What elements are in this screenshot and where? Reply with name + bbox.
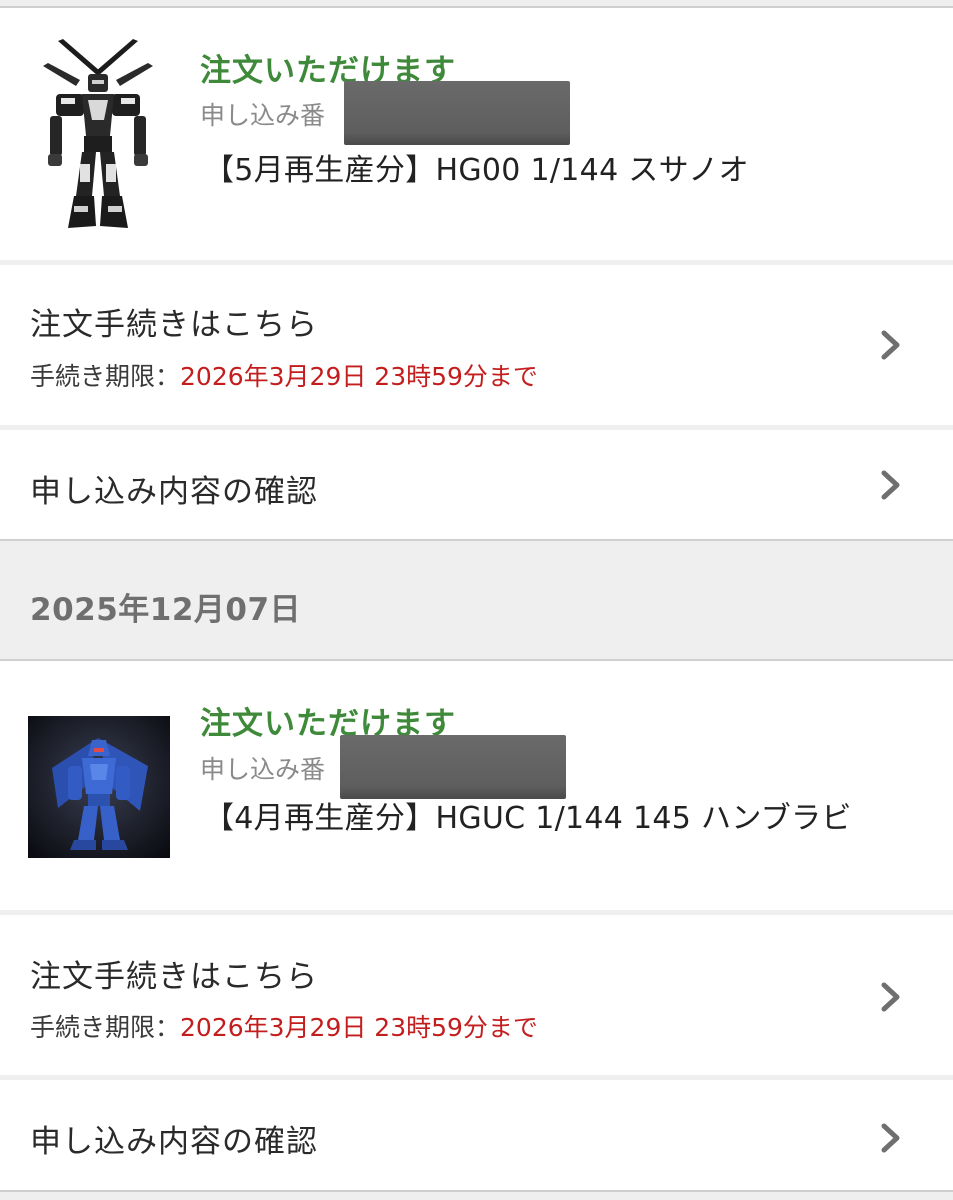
procedure-deadline: 手続き期限：2026年3月29日 23時59分まで [30,357,538,393]
product-thumbnail[interactable] [28,716,170,858]
section-divider [0,539,953,541]
order-date-header: 2025年12月07日 [30,592,302,628]
order-procedure-row-1[interactable]: 注文手続きはこちら 手続き期限：2026年3月29日 23時59分まで [0,265,953,425]
redacted-application-number [344,81,570,145]
product-name[interactable]: 【4月再生産分】HGUC 1/144 145 ハンブラビ [204,793,852,837]
order-procedure-row-2[interactable]: 注文手続きはこちら 手続き期限：2026年3月29日 23時59分まで [0,915,953,1075]
application-number-label: 申し込み番 [200,101,326,130]
chevron-right-icon[interactable] [872,979,908,1015]
deadline-label: 手続き期限： [30,1013,181,1042]
chevron-right-icon[interactable] [872,327,908,363]
robot-figure-dark-icon [28,36,168,236]
procedure-link-label[interactable]: 注文手続きはこちら [30,951,318,996]
confirm-link-label[interactable]: 申し込み内容の確認 [30,466,318,511]
order-confirm-row-2[interactable]: 申し込み内容の確認 [0,1080,953,1190]
deadline-value: 2026年3月29日 23時59分まで [180,362,538,391]
chevron-right-icon[interactable] [872,467,908,503]
order-history-page: 注文いただけます 申し込み番 【5月再生産分】HG00 1/144 スサノオ 注… [0,0,953,1200]
procedure-link-label[interactable]: 注文手続きはこちら [30,299,318,344]
robot-figure-blue-icon [28,716,170,858]
order-card-2: 注文いただけます 申し込み番 【4月再生産分】HGUC 1/144 145 ハン… [0,661,953,910]
order-confirm-row-1[interactable]: 申し込み内容の確認 [0,430,953,539]
confirm-link-label[interactable]: 申し込み内容の確認 [30,1116,318,1161]
application-number-label: 申し込み番 [200,755,326,784]
deadline-value: 2026年3月29日 23時59分まで [180,1013,538,1042]
chevron-right-icon[interactable] [872,1120,908,1156]
order-card-1: 注文いただけます 申し込み番 【5月再生産分】HG00 1/144 スサノオ [0,8,953,260]
product-thumbnail[interactable] [28,36,168,236]
deadline-label: 手続き期限： [30,362,181,391]
bottom-divider [0,1190,953,1192]
product-name[interactable]: 【5月再生産分】HG00 1/144 スサノオ [204,145,749,189]
redacted-application-number [340,735,566,799]
procedure-deadline: 手続き期限：2026年3月29日 23時59分まで [30,1008,538,1044]
